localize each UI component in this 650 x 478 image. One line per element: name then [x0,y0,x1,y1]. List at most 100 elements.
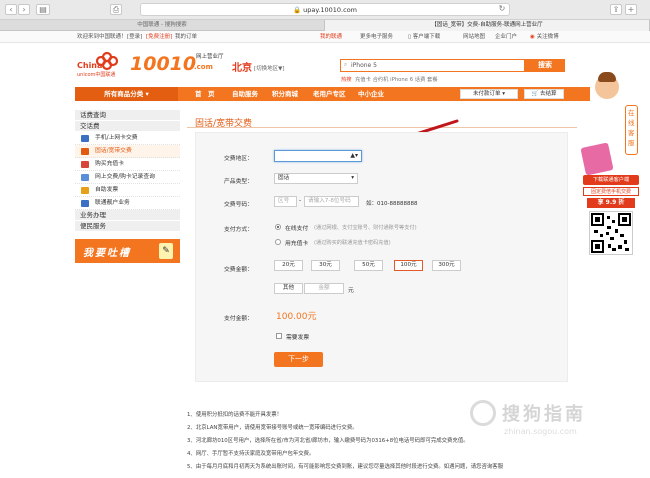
logo-tag: 网上营业厅 [196,54,224,60]
unpaid-orders-label: 未付款订单 [472,91,501,97]
sidebar-item-mobile-pay[interactable]: 手机/上网卡交费 [75,132,180,145]
product-type-label: 产品类型： [224,179,253,185]
pay-online-radio[interactable] [275,224,281,230]
product-type-value: 固话 [278,175,290,181]
nav-old-users[interactable]: 老用户专区 [313,87,346,101]
watermark-url: zhinan.sogou.com [504,427,577,436]
nav-home[interactable]: 首 页 [195,87,215,101]
main-nav: 所有商品分类 ▾ 首 页 自助服务 积分商城 老用户专区 中小企业 未付款订单 … [75,87,590,101]
brand-china: China [77,61,103,70]
online-char-1: 在 [628,109,635,117]
pay-card-radio[interactable] [275,239,281,245]
next-step-button[interactable]: 下一步 [274,352,323,367]
note-item: 4、网厅、手厅暂不支持沃家庭及宽带用户包年交费。 [187,451,315,457]
search-input[interactable]: ⌕ iPhone 5 [340,59,525,72]
sidebar-item-label: 固话/宽带交费 [95,148,132,154]
tab-sogou[interactable]: 中国联通 - 搜狗搜索 [0,20,325,31]
10010-logo[interactable]: 10010 网上营业厅 .com [130,51,224,79]
client-download-link[interactable]: ▯ 客户端下载 [408,33,440,41]
client-download-label: 客户端下载 [412,34,441,40]
sidebar-item-records[interactable]: 网上交费/购卡记录查询 [75,171,180,184]
checkout-button[interactable]: 🛒 去结算 [524,89,564,99]
tab-unicom[interactable]: 【固话_宽带】交费-自助服务-联通网上营业厅 [325,20,650,31]
reload-icon[interactable]: ↻ [498,4,506,15]
city-switch[interactable]: [切换地区▼] [254,64,285,72]
sidebar-section-bill-query[interactable]: 话费查询 [75,110,180,121]
pay-card-label[interactable]: 用充值卡 [285,238,308,247]
chevron-down-icon: ▾ [351,175,354,181]
nav-sme[interactable]: 中小企业 [358,87,384,101]
url-bar[interactable]: 🔒 upay.10010.com [140,3,510,16]
sidebar-item-recharge-card[interactable]: 购买充值卡 [75,158,180,171]
download-client-banner[interactable]: 下载联通客户端 [583,175,639,185]
payment-method-label: 支付方式： [224,227,253,233]
unicom-logo[interactable]: China unicom中国联通 [77,49,127,79]
new-tab-icon[interactable]: + [625,4,637,15]
sogou-logo-icon [470,400,496,426]
e-services-link[interactable]: 更多电子服务 [360,33,393,41]
number-input[interactable]: 请输入7-8位号码 [304,196,359,207]
amount-option-other[interactable]: 其他 [274,283,303,294]
product-type-select[interactable]: 固话 ▾ [274,173,358,184]
number-placeholder: 请输入7-8位号码 [308,198,351,204]
invoice-checkbox[interactable] [276,333,282,339]
invoice-icon [81,187,89,194]
all-categories-menu[interactable]: 所有商品分类 ▾ [75,87,178,101]
sidebar: 话费查询 交话费 手机/上网卡交费 固话/宽带交费 购买充值卡 网上交费/购卡记… [75,110,180,263]
login-link[interactable]: [登录] [127,33,142,41]
phone-icon: ▯ [408,34,412,40]
total-label: 支付金额： [224,316,253,322]
floating-banner: 在 线 客 服 下载联通客户端 固定费倍手机交费 享 9.9 折 [575,72,645,275]
forward-button[interactable]: › [18,4,30,15]
amount-option-300[interactable]: 300元 [432,260,461,271]
mobile-icon [81,135,89,142]
my-orders-link[interactable]: 我的订单 [175,33,197,41]
my-unicom-link[interactable]: 我的联通 [320,33,342,41]
number-icon [81,200,89,207]
nav-points-mall[interactable]: 积分商城 [272,87,298,101]
nav-self-service[interactable]: 自助服务 [232,87,258,101]
pay-online-label[interactable]: 在线支付 [285,223,308,232]
sidebar-item-invoice[interactable]: 自助发票 [75,184,180,197]
yuan-unit: 元 [348,288,354,294]
online-service-button[interactable]: 在 线 客 服 [625,105,638,155]
amount-option-30[interactable]: 30元 [311,260,340,271]
unpaid-orders-dropdown[interactable]: 未付款订单 ▾ [460,89,518,99]
sidebar-item-label: 自助发票 [95,187,119,193]
back-button[interactable]: ‹ [5,4,17,15]
lock-icon: 🔒 [292,6,302,14]
register-link[interactable]: [免费注册] [146,33,172,41]
weibo-link[interactable]: ◉ 关注微博 [530,33,559,41]
sidebar-section-business[interactable]: 业务办理 [75,210,180,221]
note-item: 3、河北廊坊010区号用户，选择所在省/市为河北省/廊坊市，输入缴费号码为031… [187,438,469,444]
share-icon[interactable]: ⎙ [110,4,122,15]
recharge-banner[interactable]: 固定费倍手机交费 [583,187,639,196]
tab-label: 中国联通 - 搜狗搜索 [137,22,187,28]
sidebar-toggle-icon[interactable]: ▤ [36,4,50,15]
area-code-input[interactable]: 区号 [274,196,297,207]
records-icon [81,174,89,181]
sidebar-item-fixed-broadband[interactable]: 固话/宽带交费 [75,145,180,158]
amount-option-50[interactable]: 50元 [354,260,383,271]
pencil-icon: ✎ [159,243,173,259]
amount-option-100[interactable]: 100元 [394,260,423,271]
complaint-banner[interactable]: 我要吐槽 ✎ [75,239,180,263]
custom-amount-input[interactable]: 金额 [304,283,344,294]
sidebar-item-vip-number[interactable]: 联通靓户业务 [75,197,180,210]
search-icon: ⌕ [344,62,348,68]
hot-terms[interactable]: 充值卡 合约机 iPhone 6 话费 套餐 [355,75,438,83]
search-button[interactable]: 搜索 [525,59,565,72]
search-value: iPhone 5 [351,62,377,69]
invoice-label[interactable]: 需要发票 [286,332,309,341]
sidebar-section-convenience[interactable]: 便民服务 [75,221,180,232]
upload-icon[interactable]: ⇪ [610,4,622,15]
number-example: 如：010-88888888 [366,201,418,207]
sitemap-link[interactable]: 网站地图 [463,33,485,41]
region-input[interactable]: ▲▾ [274,150,362,162]
sidebar-section-pay[interactable]: 交话费 [75,121,180,132]
region-label: 交费地区： [224,156,253,162]
amount-option-20[interactable]: 20元 [274,260,303,271]
logo-dotcom: .com [194,63,213,71]
enterprise-link[interactable]: 企业门户 [495,33,517,41]
discount-banner[interactable]: 享 9.9 折 [587,198,635,208]
